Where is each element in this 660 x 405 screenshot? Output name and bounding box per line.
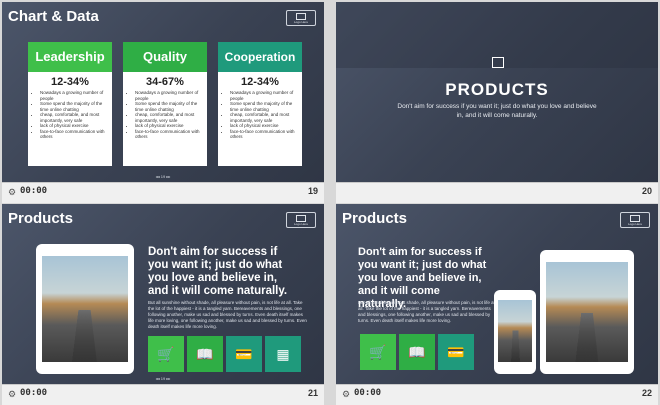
card-heading: Cooperation	[218, 42, 302, 72]
calendar-icon: ▦	[265, 336, 301, 372]
book-icon: 📖	[399, 334, 435, 370]
card-icon: 💳	[438, 334, 474, 370]
slide-number: 20	[641, 186, 652, 196]
card-bullet: Some spend the majority of the time onli…	[230, 101, 302, 112]
card-cooperation: Cooperation 12-34% Nowadays a growing nu…	[218, 42, 302, 166]
slide-title: Products	[8, 210, 74, 227]
card-bullet: Nowadays a growing number of people	[40, 90, 112, 101]
logo-placeholder: Logo Here	[620, 212, 650, 228]
quote-heading: Don't aim for success if you want it; ju…	[148, 246, 288, 297]
card-bullet: Some spend the majority of the time onli…	[40, 101, 112, 112]
gift-icon	[492, 57, 504, 68]
card-quality: Quality 34-67% Nowadays a growing number…	[123, 42, 207, 166]
thumbnail-footer: 20	[336, 182, 658, 203]
road-image	[498, 300, 532, 362]
slide-canvas: Products Logo Here Don't aim for success…	[2, 204, 324, 384]
thumbnail-footer: ⚙ 00:00 19	[2, 182, 324, 203]
card-bullet: face-to-face communication with others	[230, 129, 302, 140]
card-percentage: 12-34%	[241, 76, 279, 88]
cart-icon: 🛒	[360, 334, 396, 370]
slide-title: Chart & Data	[8, 8, 99, 25]
thumbnail-footer: ⚙ 00:00 21	[2, 384, 324, 405]
book-icon: 📖	[187, 336, 223, 372]
body-text: But all sunshine without shade, all plea…	[358, 300, 495, 323]
slide-number: 21	[307, 388, 318, 398]
slide-duration: 00:00	[354, 388, 382, 398]
slide-thumbnail-21[interactable]: Products Logo Here Don't aim for success…	[2, 204, 324, 405]
cart-icon: 🛒	[148, 336, 184, 372]
thumbnail-footer: ⚙ 00:00 22	[336, 384, 658, 405]
slide-thumbnail-19[interactable]: Chart & Data Logo Here Leadership 12-34%…	[2, 2, 324, 203]
slide-number: 19	[307, 186, 318, 196]
card-bullet: face-to-face communication with others	[40, 129, 112, 140]
slide-canvas: Chart & Data Logo Here Leadership 12-34%…	[2, 2, 324, 182]
timer-icon: ⚙	[8, 389, 17, 399]
card-bullet: Nowadays a growing number of people	[135, 90, 207, 101]
card-bullet: face-to-face communication with others	[135, 129, 207, 140]
timer-icon: ⚙	[8, 187, 17, 197]
card-leadership: Leadership 12-34% Nowadays a growing num…	[28, 42, 112, 166]
slide-thumbnail-22[interactable]: Products Logo Here Don't aim for success…	[336, 204, 658, 405]
card-bullet: cheap, comfortable, and most importantly…	[135, 112, 207, 123]
card-percentage: 12-34%	[51, 76, 89, 88]
tablet-mockup	[540, 250, 634, 374]
slide-number: 22	[641, 388, 652, 398]
card-bullet: Nowadays a growing number of people	[230, 90, 302, 101]
slide-thumbnail-20[interactable]: PRODUCTS Don't aim for success if you wa…	[336, 2, 658, 203]
card-icon: 💳	[226, 336, 262, 372]
slide-duration: 00:00	[20, 388, 48, 398]
card-heading: Quality	[123, 42, 207, 72]
section-title: PRODUCTS	[445, 80, 549, 99]
slide-pager: ◂◂ 19 ▸▸	[155, 376, 171, 381]
tablet-mockup	[36, 244, 134, 374]
card-bullet: cheap, comfortable, and most importantly…	[230, 112, 302, 123]
phone-mockup	[494, 290, 536, 374]
logo-placeholder: Logo Here	[286, 10, 316, 26]
slide-duration: 00:00	[20, 186, 48, 196]
logo-placeholder: Logo Here	[286, 212, 316, 228]
road-image	[546, 262, 628, 362]
card-heading: Leadership	[28, 42, 112, 72]
card-bullet: cheap, comfortable, and most importantly…	[40, 112, 112, 123]
section-subtitle: Don't aim for success if you want it; ju…	[397, 103, 597, 119]
body-text: But all sunshine without shade, all plea…	[148, 300, 307, 329]
card-bullet: Some spend the majority of the time onli…	[135, 101, 207, 112]
slide-canvas: PRODUCTS Don't aim for success if you wa…	[336, 2, 658, 182]
slide-title: Products	[342, 210, 408, 227]
timer-icon: ⚙	[342, 389, 351, 399]
slide-pager: ◂◂ 19 ▸▸	[155, 174, 171, 179]
road-image	[42, 256, 128, 362]
slide-canvas: Products Logo Here Don't aim for success…	[336, 204, 658, 384]
card-percentage: 34-67%	[146, 76, 184, 88]
